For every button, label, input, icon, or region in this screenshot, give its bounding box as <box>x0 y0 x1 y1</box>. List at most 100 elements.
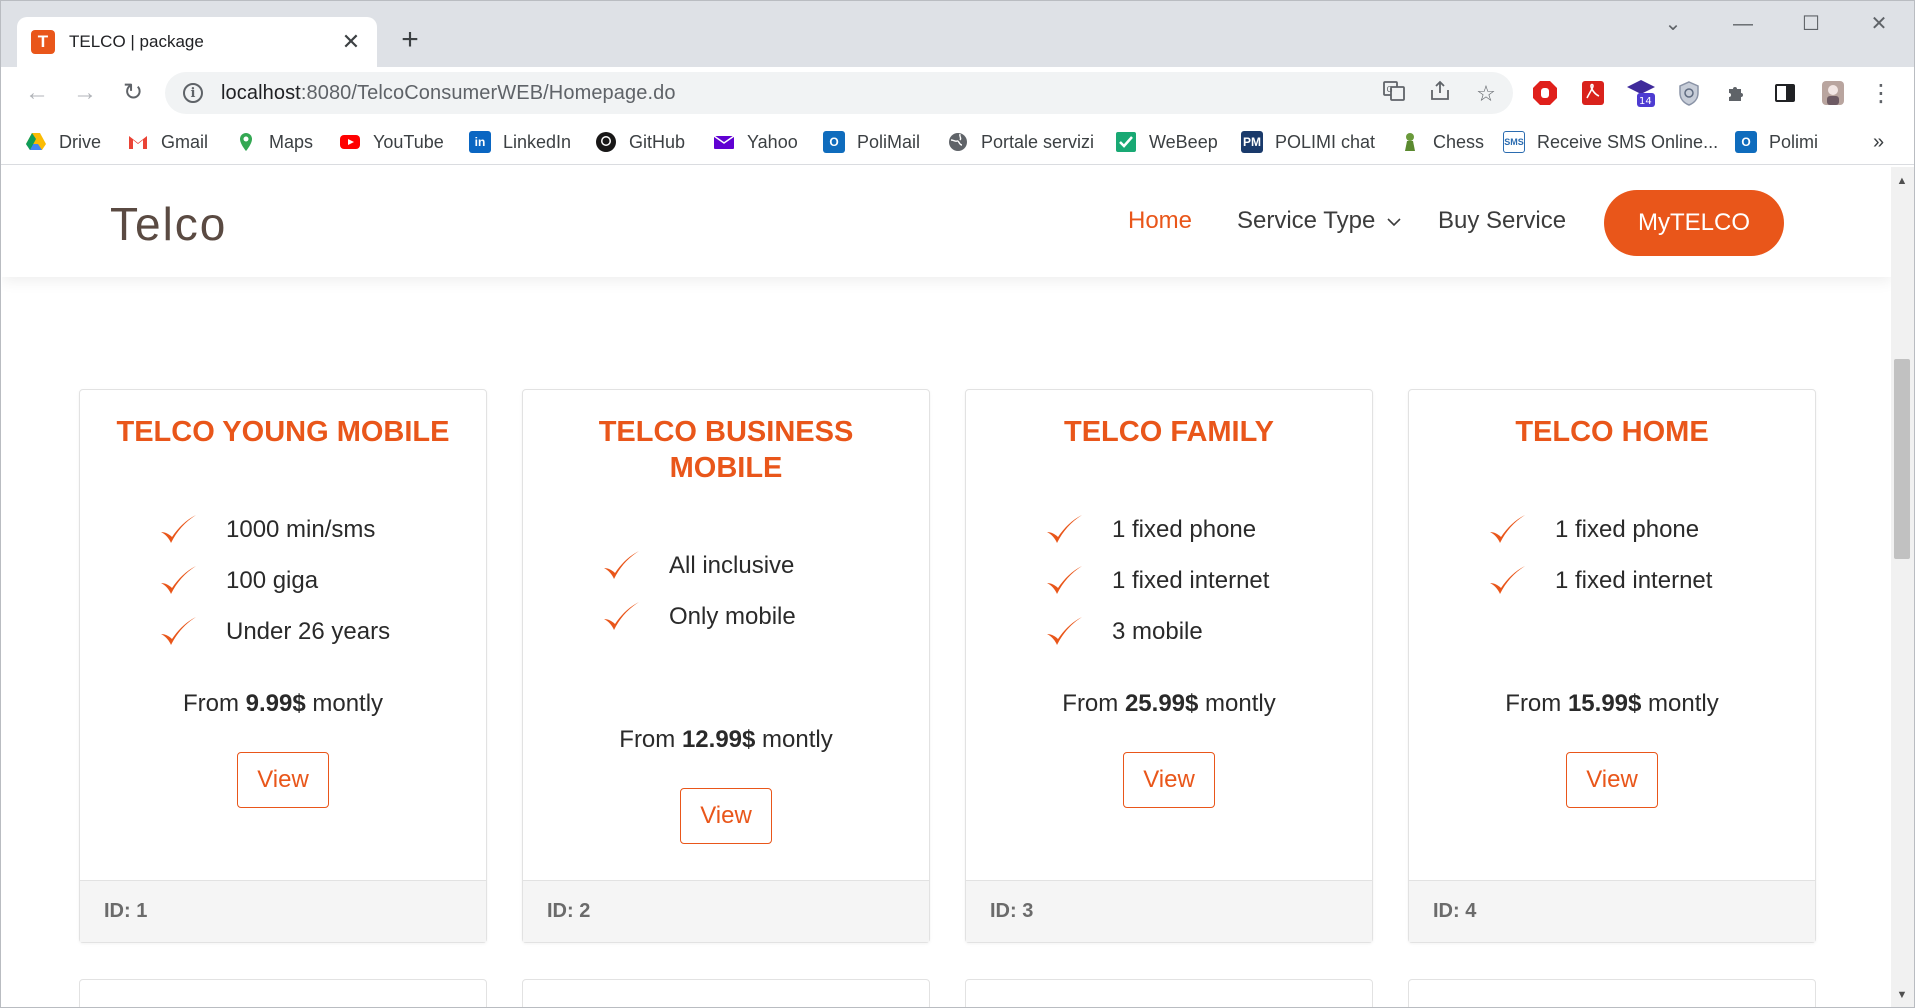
bookmark-label: Chess <box>1433 131 1485 152</box>
youtube-icon <box>340 135 360 149</box>
feature-label: Under 26 years <box>226 618 391 645</box>
side-panel-icon[interactable] <box>1769 77 1801 109</box>
package-feature: 100 giga <box>158 563 318 599</box>
forward-icon[interactable]: → <box>67 75 103 111</box>
bookmark-linkedin[interactable]: in LinkedIn <box>469 129 571 155</box>
feature-label: 3 mobile <box>1112 618 1203 645</box>
nav-buy-service[interactable]: Buy Service <box>1438 207 1566 235</box>
package-id: ID: 3 <box>966 880 1372 942</box>
yahoo-icon <box>713 135 735 149</box>
address-bar[interactable]: i localhost:8080/TelcoConsumerWEB/Homepa… <box>165 72 1513 114</box>
view-button[interactable]: View <box>1566 752 1658 808</box>
site-info-icon[interactable]: i <box>183 83 203 103</box>
package-price: From 15.99$ montly <box>1505 690 1719 717</box>
view-button[interactable]: View <box>680 788 772 844</box>
feature-label: 1 fixed internet <box>1555 567 1713 594</box>
checkmark-icon <box>604 602 639 630</box>
view-button[interactable]: View <box>1123 752 1215 808</box>
package-card: TELCO BUSINESS MOBILE All inclusive Only… <box>522 389 930 943</box>
checkmark-icon <box>1047 566 1082 594</box>
scrollbar-thumb[interactable] <box>1894 359 1910 559</box>
bookmark-gmail[interactable]: Gmail <box>127 129 208 155</box>
tab-strip: T TELCO | package ✕ + ⌄ — ☐ ✕ <box>1 1 1914 67</box>
adblock-icon[interactable] <box>1529 77 1561 109</box>
package-card: TELCO FAMILY 1 fixed phone 1 fixed inter… <box>965 389 1373 943</box>
webeep-icon <box>1116 132 1136 152</box>
shield-icon[interactable] <box>1673 77 1705 109</box>
package-feature: Under 26 years <box>158 614 390 650</box>
package-card <box>522 979 930 1007</box>
feature-label: 100 giga <box>226 567 319 594</box>
package-feature: All inclusive <box>601 548 794 584</box>
checkmark-icon <box>604 551 639 579</box>
package-card <box>79 979 487 1007</box>
maximize-icon[interactable]: ☐ <box>1781 9 1841 39</box>
package-card <box>965 979 1373 1007</box>
minimize-icon[interactable]: — <box>1713 9 1773 39</box>
share-icon[interactable] <box>1425 79 1455 109</box>
package-feature: 3 mobile <box>1044 614 1203 650</box>
bookmarks-overflow-icon[interactable]: » <box>1873 129 1884 155</box>
bookmark-maps[interactable]: Maps <box>235 129 313 155</box>
back-icon[interactable]: ← <box>19 75 55 111</box>
package-title: TELCO YOUNG MOBILE <box>116 416 450 448</box>
feature-label: 1 fixed phone <box>1112 516 1257 543</box>
outlook-icon: O <box>1735 131 1757 153</box>
nav-service-type[interactable]: Service Type <box>1237 207 1402 235</box>
bookmark-label: Portale servizi <box>981 131 1095 152</box>
telco-logo[interactable]: Telco <box>110 197 227 251</box>
url-text[interactable]: localhost:8080/TelcoConsumerWEB/Homepage… <box>221 82 676 105</box>
pdf-icon[interactable] <box>1577 77 1609 109</box>
bookmark-portale-servizi[interactable]: Portale servizi <box>947 129 1094 155</box>
globe-icon <box>949 133 967 151</box>
package-card: TELCO HOME 1 fixed phone 1 fixed interne… <box>1408 389 1816 943</box>
outlook-icon: O <box>823 131 845 153</box>
browser-menu-icon[interactable]: ⋮ <box>1865 77 1897 109</box>
bookmark-youtube[interactable]: YouTube <box>339 129 444 155</box>
package-card: TELCO YOUNG MOBILE 1000 min/sms 100 giga… <box>79 389 487 943</box>
tab-search-icon[interactable]: ⌄ <box>1643 9 1703 39</box>
bookmark-polimi-chat[interactable]: PM POLIMI chat <box>1241 129 1375 155</box>
chevron-down-icon <box>1387 218 1401 226</box>
package-feature: 1 fixed internet <box>1487 563 1712 599</box>
gmail-icon <box>129 136 147 149</box>
reload-icon[interactable]: ↻ <box>115 75 151 111</box>
profile-avatar-icon[interactable] <box>1817 77 1849 109</box>
view-button[interactable]: View <box>237 752 329 808</box>
feature-label: 1 fixed internet <box>1112 567 1270 594</box>
close-window-icon[interactable]: ✕ <box>1849 9 1909 39</box>
bookmark-yahoo[interactable]: Yahoo <box>713 129 798 155</box>
bookmark-receive-sms[interactable]: SMS Receive SMS Online... <box>1503 129 1718 155</box>
bookmark-polimail[interactable]: O PoliMail <box>823 129 920 155</box>
bookmark-drive[interactable]: Drive <box>25 129 101 155</box>
mytelco-button[interactable]: MyTELCO <box>1604 190 1784 256</box>
bookmark-label: Polimi <box>1769 131 1819 152</box>
bookmark-star-icon[interactable]: ☆ <box>1471 79 1501 109</box>
telco-favicon-icon: T <box>31 30 55 54</box>
bookmark-label: YouTube <box>373 131 444 152</box>
page-scrollbar[interactable]: ▲ ▼ <box>1891 167 1914 1007</box>
bookmark-chess[interactable]: Chess <box>1399 129 1484 155</box>
web-page: Telco Home Service Type Buy Service MyTE… <box>2 167 1892 1007</box>
close-tab-icon[interactable]: ✕ <box>339 29 363 55</box>
checkmark-icon <box>1490 566 1525 594</box>
new-tab-icon[interactable]: + <box>393 23 427 57</box>
bookmark-webeep[interactable]: WeBeep <box>1115 129 1218 155</box>
translate-icon[interactable]: G <box>1379 79 1409 109</box>
graduation-cap-icon[interactable]: 14 <box>1625 77 1657 109</box>
bookmarks-bar: Drive Gmail Maps YouTube in LinkedIn Git… <box>1 119 1914 165</box>
package-id: ID: 1 <box>80 880 486 942</box>
tab-title: TELCO | package <box>69 32 204 51</box>
svg-text:14: 14 <box>1639 96 1652 107</box>
bookmark-label: Receive SMS Online... <box>1537 131 1719 152</box>
extensions-puzzle-icon[interactable] <box>1721 77 1753 109</box>
scroll-up-icon[interactable]: ▲ <box>1896 175 1908 187</box>
package-price: From 25.99$ montly <box>1062 690 1276 717</box>
site-header: Telco Home Service Type Buy Service MyTE… <box>2 167 1892 277</box>
bookmark-polimi[interactable]: O Polimi <box>1735 129 1818 155</box>
scroll-down-icon[interactable]: ▼ <box>1896 989 1908 1001</box>
browser-tab[interactable]: T TELCO | package ✕ <box>17 17 377 67</box>
bookmark-github[interactable]: GitHub <box>595 129 685 155</box>
nav-home[interactable]: Home <box>1128 207 1192 235</box>
browser-window: T TELCO | package ✕ + ⌄ — ☐ ✕ ← → ↻ i lo… <box>0 0 1915 1008</box>
